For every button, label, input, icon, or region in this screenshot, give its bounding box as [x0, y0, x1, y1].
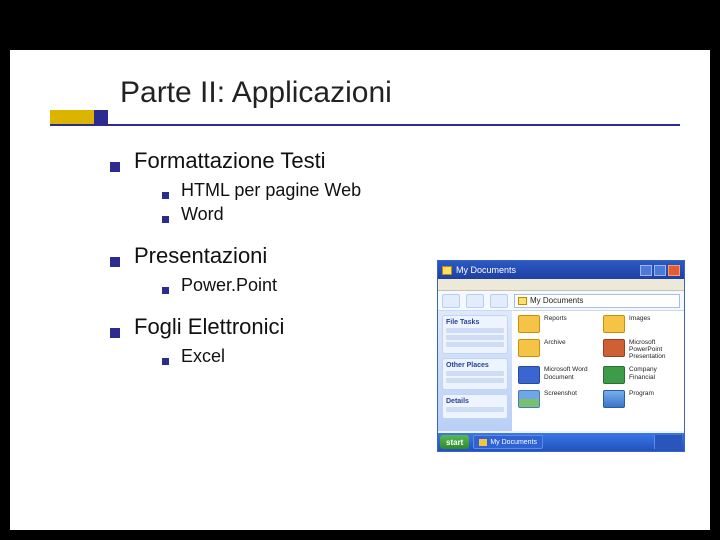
- up-icon: [490, 294, 508, 308]
- slide-title-area: Parte II: Applicazioni: [10, 50, 710, 116]
- folder-icon: [518, 297, 527, 305]
- slide: Parte II: Applicazioni Formattazione Tes…: [10, 50, 710, 530]
- l2-text: Power.Point: [181, 275, 277, 296]
- title-underline: [50, 124, 680, 126]
- window-controls: [640, 265, 680, 276]
- square-bullet-icon: [110, 328, 120, 338]
- program-icon: [603, 390, 625, 408]
- folder-icon: [442, 266, 452, 275]
- taskbar: start My Documents: [438, 433, 684, 451]
- side-panel-heading: Details: [446, 398, 504, 405]
- file-label: Microsoft Word Document: [544, 366, 593, 380]
- side-panel-heading: File Tasks: [446, 319, 504, 326]
- side-panel: Details: [442, 394, 508, 419]
- slide-body: Formattazione Testi HTML per pagine Web …: [110, 148, 361, 385]
- minimize-icon: [640, 265, 652, 276]
- taskbar-item: My Documents: [473, 435, 543, 449]
- file-label: Screenshot: [544, 390, 577, 397]
- system-tray: [654, 435, 682, 449]
- side-panel-heading: Other Places: [446, 362, 504, 369]
- explorer-screenshot: My Documents My Documents File Tasks: [437, 260, 685, 452]
- start-label: start: [446, 438, 463, 447]
- l2-text: Excel: [181, 346, 225, 367]
- l2-text: HTML per pagine Web: [181, 180, 361, 201]
- file-item: Images: [603, 315, 678, 333]
- file-label: Images: [629, 315, 650, 322]
- side-panel-row: [446, 378, 504, 383]
- image-icon: [518, 390, 540, 408]
- task-label: My Documents: [490, 439, 537, 446]
- l1-text: Presentazioni: [134, 243, 267, 269]
- square-bullet-icon: [162, 192, 169, 199]
- file-label: Reports: [544, 315, 567, 322]
- file-item: Company Financial: [603, 366, 678, 384]
- file-label: Microsoft PowerPoint Presentation: [629, 339, 678, 360]
- explorer-body: File Tasks Other Places Details Repo: [438, 311, 684, 431]
- address-text: My Documents: [530, 296, 583, 305]
- side-panel-row: [446, 328, 504, 333]
- titlebar-left: My Documents: [442, 265, 516, 275]
- bullet-level2: HTML per pagine Web: [162, 180, 361, 201]
- l1-text: Fogli Elettronici: [134, 314, 284, 340]
- side-panel-row: [446, 335, 504, 340]
- start-button: start: [440, 435, 469, 449]
- title-accent-bar: [50, 110, 108, 124]
- bullet-level2: Excel: [162, 346, 361, 367]
- folder-icon: [518, 315, 540, 333]
- square-bullet-icon: [110, 162, 120, 172]
- forward-icon: [466, 294, 484, 308]
- file-label: Archive: [544, 339, 566, 346]
- square-bullet-icon: [162, 216, 169, 223]
- side-panel-row: [446, 342, 504, 347]
- back-icon: [442, 294, 460, 308]
- folder-icon: [479, 439, 487, 446]
- folder-icon: [603, 315, 625, 333]
- folder-icon: [518, 339, 540, 357]
- l2-text: Word: [181, 204, 224, 225]
- side-panel: Other Places: [442, 358, 508, 390]
- file-item: Screenshot: [518, 390, 593, 408]
- file-row: Reports Images: [518, 315, 678, 333]
- explorer-titlebar: My Documents: [438, 261, 684, 279]
- word-icon: [518, 366, 540, 384]
- file-row: Microsoft Word Document Company Financia…: [518, 366, 678, 384]
- bullet-level1: Presentazioni: [110, 243, 361, 269]
- explorer-toolbar: My Documents: [438, 291, 684, 311]
- explorer-side-pane: File Tasks Other Places Details: [438, 311, 512, 431]
- square-bullet-icon: [162, 358, 169, 365]
- maximize-icon: [654, 265, 666, 276]
- close-icon: [668, 265, 680, 276]
- l2-group: Power.Point: [162, 275, 361, 296]
- file-item: Program: [603, 390, 678, 408]
- square-bullet-icon: [162, 287, 169, 294]
- ppt-icon: [603, 339, 625, 357]
- window-title: My Documents: [456, 265, 516, 275]
- side-panel-row: [446, 407, 504, 412]
- slide-title: Parte II: Applicazioni: [120, 76, 710, 110]
- file-item: Microsoft PowerPoint Presentation: [603, 339, 678, 360]
- file-item: Microsoft Word Document: [518, 366, 593, 384]
- file-row: Archive Microsoft PowerPoint Presentatio…: [518, 339, 678, 360]
- l2-group: Excel: [162, 346, 361, 367]
- file-item: Archive: [518, 339, 593, 360]
- file-item: Reports: [518, 315, 593, 333]
- file-label: Program: [629, 390, 654, 397]
- file-label: Company Financial: [629, 366, 678, 380]
- file-row: Screenshot Program: [518, 390, 678, 408]
- bullet-level2: Word: [162, 204, 361, 225]
- bullet-level2: Power.Point: [162, 275, 361, 296]
- explorer-file-list: Reports Images Archive Microsoft PowerPo…: [512, 311, 684, 431]
- explorer-menubar: [438, 279, 684, 291]
- side-panel: File Tasks: [442, 315, 508, 354]
- l2-group: HTML per pagine Web Word: [162, 180, 361, 225]
- excel-icon: [603, 366, 625, 384]
- bullet-level1: Formattazione Testi: [110, 148, 361, 174]
- l1-text: Formattazione Testi: [134, 148, 326, 174]
- address-bar: My Documents: [514, 294, 680, 308]
- side-panel-row: [446, 371, 504, 376]
- square-bullet-icon: [110, 257, 120, 267]
- bullet-level1: Fogli Elettronici: [110, 314, 361, 340]
